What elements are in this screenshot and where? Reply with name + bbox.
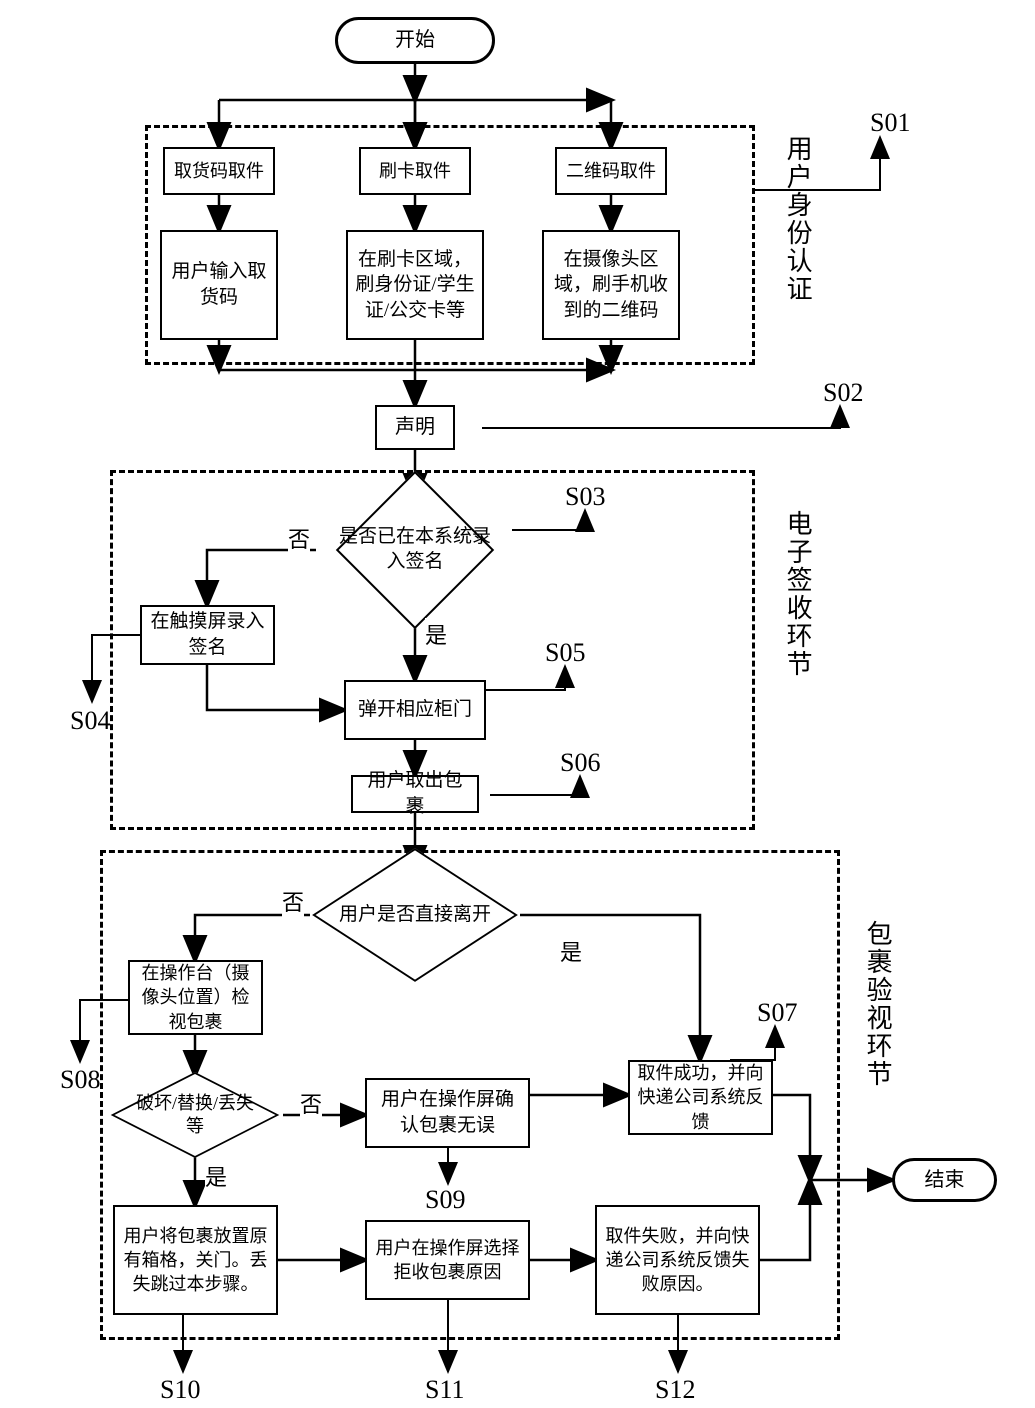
s06-box: 用户取出包裹: [351, 775, 479, 813]
s03-text: 是否已在本系统录入签名: [330, 515, 500, 585]
d2-yes: 是: [560, 935, 582, 967]
group-s01-title: 用户身份认证: [780, 135, 815, 355]
s12-box: 取件失败，并向快递公司系统反馈失败原因。: [595, 1205, 760, 1315]
seq-s01: S01: [870, 108, 910, 138]
s07-box: 取件成功，并向快递公司系统反馈: [628, 1060, 773, 1135]
s02-box: 声明: [375, 405, 455, 450]
s01-opt3-desc: 在摄像头区域，刷手机收到的二维码: [542, 230, 680, 340]
seq-s12: S12: [655, 1375, 695, 1405]
start-label: 开始: [395, 27, 435, 54]
s01-opt1-desc: 用户输入取货码: [160, 230, 278, 340]
s01-opt3-title: 二维码取件: [555, 147, 667, 195]
s09-box: 用户在操作屏确认包裹无误: [365, 1078, 530, 1148]
end-terminator: 结束: [892, 1158, 997, 1202]
seq-s06: S06: [560, 748, 600, 778]
s10-box: 用户将包裹放置原有箱格，关门。丢失跳过本步骤。: [113, 1205, 278, 1315]
d2-no: 否: [282, 885, 304, 917]
seq-s11: S11: [425, 1375, 465, 1405]
s01-opt1-title: 取货码取件: [163, 147, 275, 195]
group-sign-title: 电子签收环节: [780, 510, 815, 770]
seq-s07: S07: [757, 998, 797, 1028]
s08-box: 在操作台（摄像头位置）检视包裹: [128, 960, 263, 1035]
s11-box: 用户在操作屏选择拒收包裹原因: [365, 1220, 530, 1300]
d3-yes: 是: [205, 1160, 227, 1192]
s01-opt2-desc: 在刷卡区域，刷身份证/学生证/公交卡等: [346, 230, 484, 340]
seq-s02: S02: [823, 378, 863, 408]
seq-s05: S05: [545, 638, 585, 668]
d3-no: 否: [300, 1087, 322, 1119]
group-inspect-title: 包裹验视环节: [860, 920, 895, 1180]
seq-s04: S04: [70, 706, 110, 736]
start-terminator: 开始: [335, 17, 495, 64]
d3-text: 破坏/替换/丢失等: [130, 1090, 260, 1140]
seq-s09: S09: [425, 1185, 465, 1215]
seq-s08: S08: [60, 1065, 100, 1095]
s03-yes: 是: [425, 618, 447, 650]
end-label: 结束: [925, 1167, 965, 1194]
d2-text: 用户是否直接离开: [335, 888, 495, 942]
s04-box: 在触摸屏录入签名: [140, 605, 275, 665]
s03-no: 否: [288, 522, 310, 554]
s05-box: 弹开相应柜门: [344, 680, 486, 740]
seq-s10: S10: [160, 1375, 200, 1405]
s01-opt2-title: 刷卡取件: [359, 147, 471, 195]
seq-s03: S03: [565, 482, 605, 512]
